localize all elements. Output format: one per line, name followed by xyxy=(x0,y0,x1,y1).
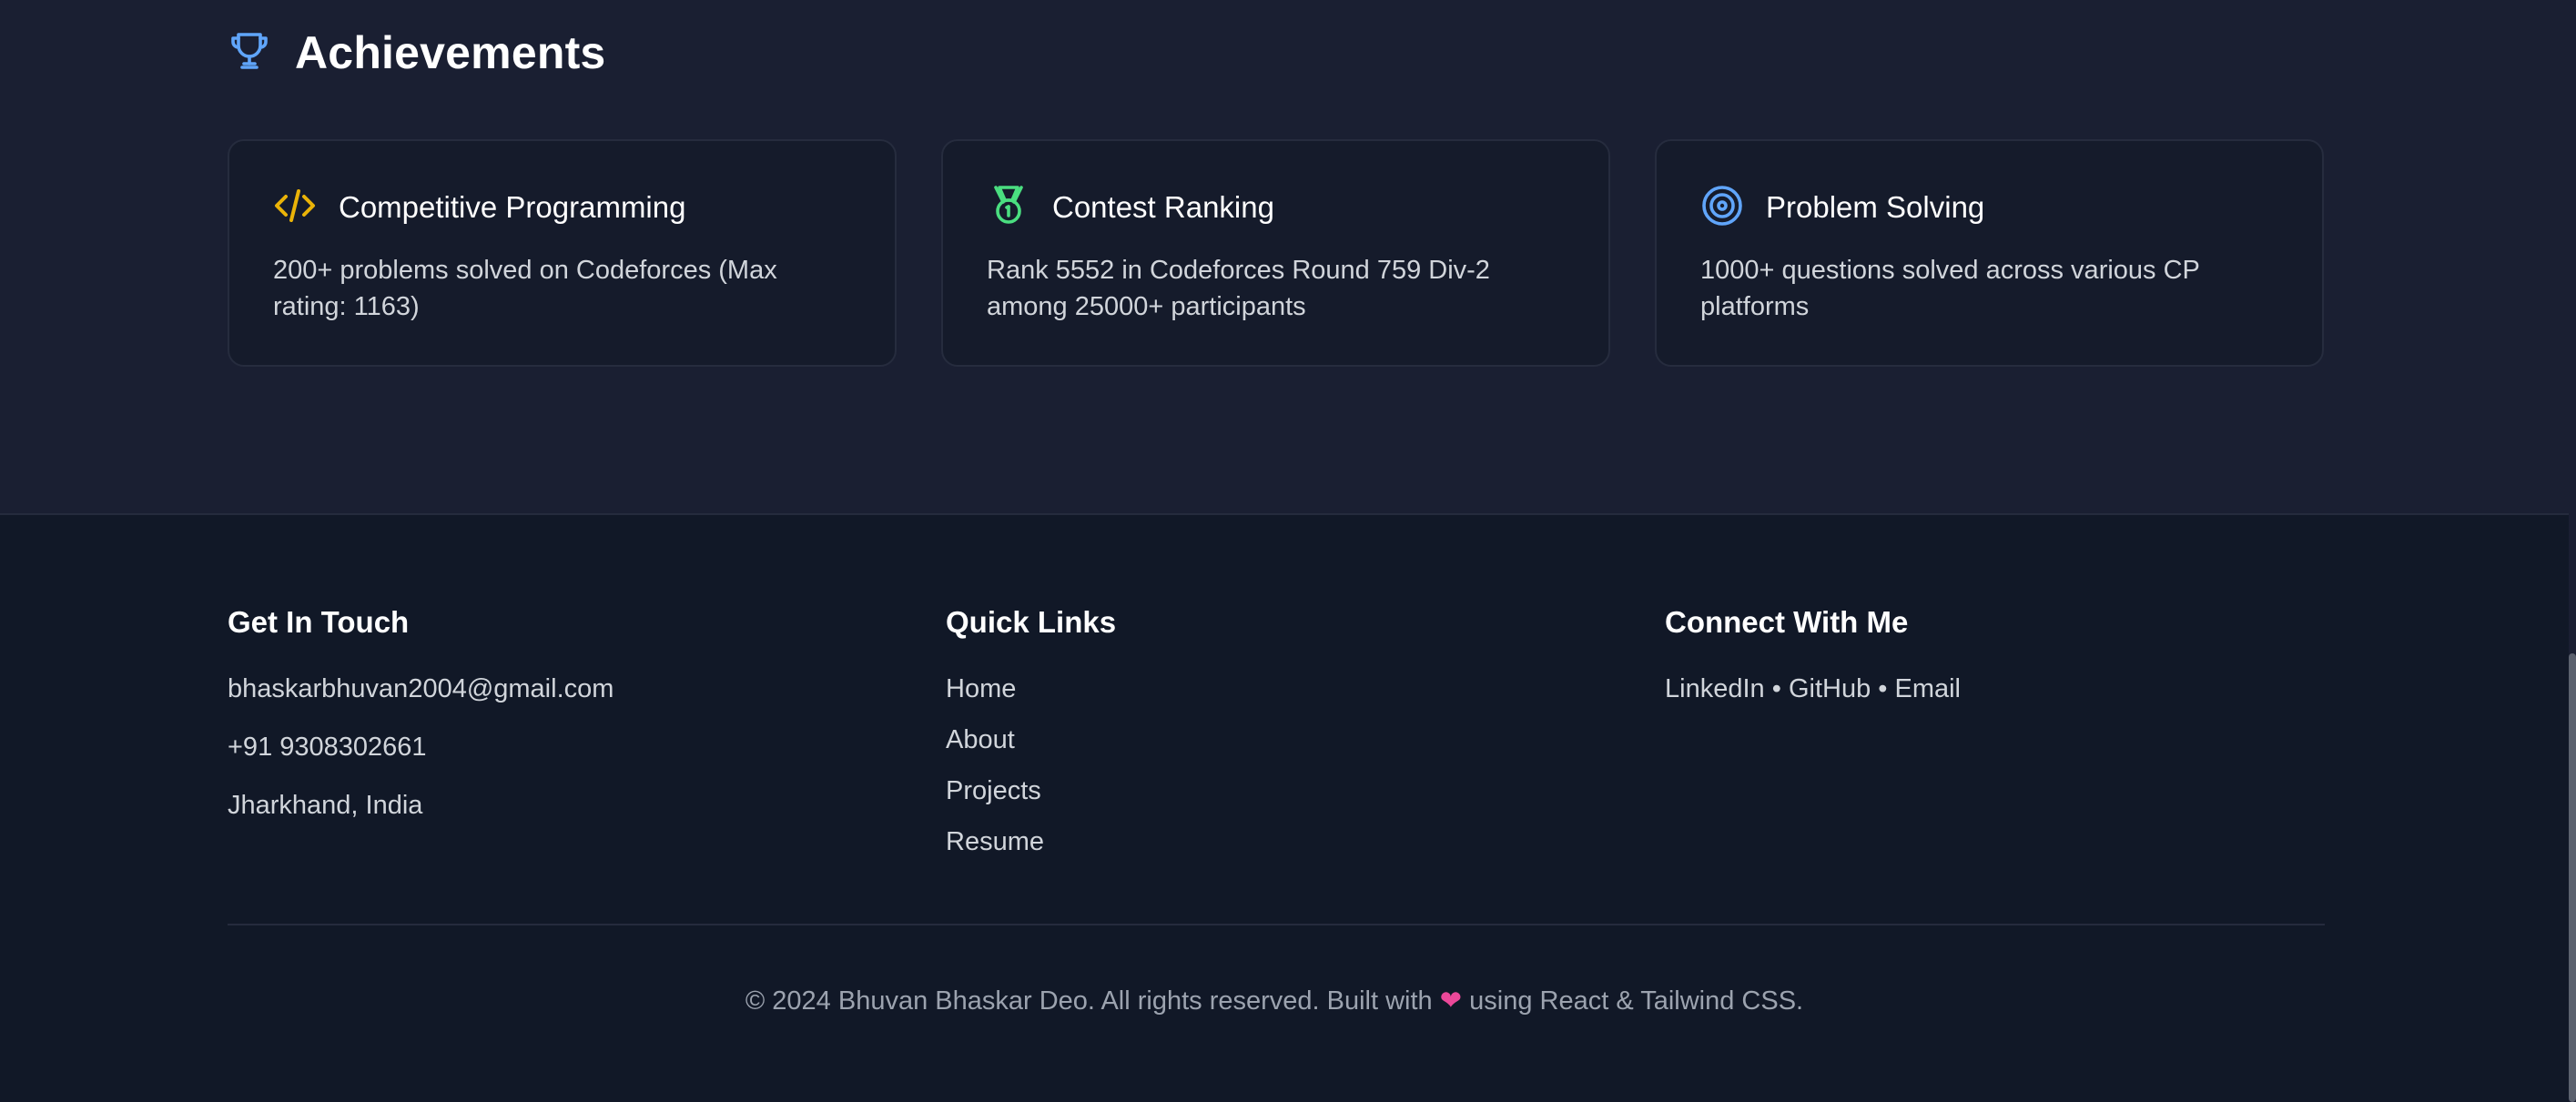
medal-icon xyxy=(987,184,1030,232)
footer-quick-links-column: Quick Links Home About Projects Resume xyxy=(946,605,1116,875)
footer-heading-get-in-touch: Get In Touch xyxy=(228,605,410,639)
footer-divider xyxy=(228,924,2325,925)
code-icon xyxy=(273,184,317,232)
achievement-card-contest-ranking: Contest Ranking Rank 5552 in Codeforces … xyxy=(941,139,1610,367)
footer-heading-quick-links: Quick Links xyxy=(946,605,1117,639)
social-links: LinkedIn • GitHub • Email xyxy=(1665,671,1961,707)
social-separator: • xyxy=(1764,674,1789,703)
trophy-icon xyxy=(228,29,271,77)
card-title: Contest Ranking xyxy=(1052,190,1274,224)
achievements-title: Achievements xyxy=(295,27,606,78)
achievement-card-competitive-programming: Competitive Programming 200+ problems so… xyxy=(228,139,897,367)
copyright-suffix: using React & Tailwind CSS. xyxy=(1469,986,1804,1016)
card-title: Competitive Programming xyxy=(339,190,686,224)
card-description: 200+ problems solved on Codeforces (Max … xyxy=(273,256,777,321)
contact-phone[interactable]: +91 9308302661 xyxy=(228,729,614,765)
social-link-github[interactable]: GitHub xyxy=(1789,671,1871,707)
card-title: Problem Solving xyxy=(1766,190,1985,224)
footer-connect-column: Connect With Me LinkedIn • GitHub • Emai… xyxy=(1665,605,1961,707)
footer-contact-column: Get In Touch bhaskarbhuvan2004@gmail.com… xyxy=(228,605,614,845)
scrollbar-track[interactable] xyxy=(2569,0,2576,1102)
card-header: Competitive Programming xyxy=(273,185,685,230)
contact-email[interactable]: bhaskarbhuvan2004@gmail.com xyxy=(228,671,614,707)
heart-icon: ❤ xyxy=(1439,986,1463,1016)
target-icon xyxy=(1700,184,1744,232)
quick-link-about[interactable]: About xyxy=(946,722,1116,758)
achievements-section: Achievements Competitive Programming 200… xyxy=(0,0,2569,515)
card-header: Problem Solving xyxy=(1700,185,1984,230)
scrollbar-thumb[interactable] xyxy=(2569,653,2576,1102)
social-separator: • xyxy=(1871,674,1895,703)
card-description: Rank 5552 in Codeforces Round 759 Div-2 … xyxy=(987,256,1490,321)
copyright-text: © 2024 Bhuvan Bhaskar Deo. All rights re… xyxy=(0,983,2549,1019)
achievements-header: Achievements xyxy=(228,25,605,80)
card-header: Contest Ranking xyxy=(987,185,1274,230)
footer-heading-connect: Connect With Me xyxy=(1665,605,1909,639)
social-link-linkedin[interactable]: LinkedIn xyxy=(1665,671,1765,707)
quick-link-home[interactable]: Home xyxy=(946,671,1116,707)
quick-link-resume[interactable]: Resume xyxy=(946,824,1116,860)
quick-link-projects[interactable]: Projects xyxy=(946,773,1116,809)
card-description: 1000+ questions solved across various CP… xyxy=(1700,256,2200,321)
contact-location: Jharkhand, India xyxy=(228,791,423,820)
social-link-email[interactable]: Email xyxy=(1894,671,1961,707)
achievement-card-problem-solving: Problem Solving 1000+ questions solved a… xyxy=(1655,139,2324,367)
copyright-prefix: © 2024 Bhuvan Bhaskar Deo. All rights re… xyxy=(745,986,1433,1016)
